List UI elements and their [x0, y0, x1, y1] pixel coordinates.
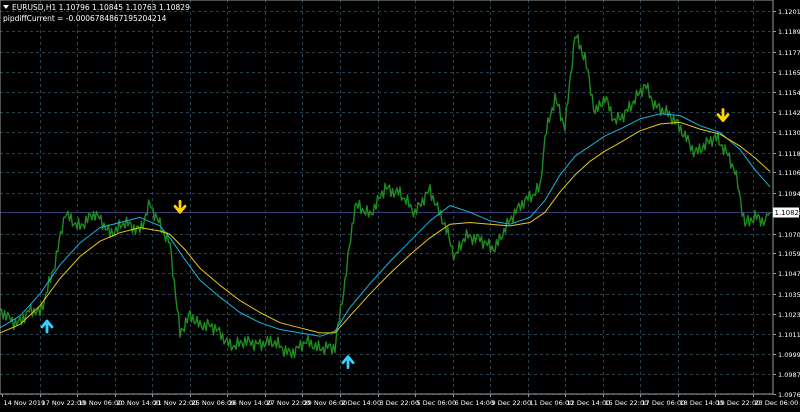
x-tick-label: 3 Dec 22:00 — [380, 399, 420, 407]
x-tick-label: 2 Dec 14:00 — [342, 399, 382, 407]
trading-chart-window[interactable]: 1.12015 1.11895 1.11775 1.11655 1.11540 1.114… — [0, 0, 800, 408]
y-tick-label: 1.10705 — [778, 231, 800, 239]
y-tick-label: 1.10470 — [778, 270, 800, 278]
y-tick-label: 1.11065 — [778, 169, 800, 177]
x-tick-label: 6 Dec 14:00 — [455, 399, 495, 407]
y-tick-label: 1.10590 — [778, 250, 800, 258]
y-tick-label: 1.10945 — [778, 190, 800, 198]
x-tick-label: 23 Dec 06:00 — [755, 399, 799, 407]
y-tick-label: 1.11895 — [778, 28, 800, 36]
y-tick-label: 1.09760 — [778, 391, 800, 399]
y-tick-label: 1.10115 — [778, 331, 800, 339]
x-tick-label: 5 Dec 06:00 — [417, 399, 457, 407]
price-chart[interactable]: 1.12015 1.11895 1.11775 1.11655 1.11540 1.114… — [0, 0, 800, 408]
y-tick-label: 1.10230 — [778, 311, 800, 319]
y-tick-label: 1.09995 — [778, 351, 800, 359]
y-tick-label: 1.09875 — [778, 371, 800, 379]
y-tick-label: 1.11655 — [778, 69, 800, 77]
y-tick-label: 1.11420 — [778, 109, 800, 117]
current-price-box: 1.10829 — [773, 208, 800, 218]
y-tick-label: 1.11540 — [778, 89, 800, 97]
x-tick-label: 14 Nov 2019 — [4, 399, 46, 407]
y-tick-label: 1.10350 — [778, 291, 800, 299]
y-tick-label: 1.12015 — [778, 8, 800, 16]
current-price-label: 1.10829 — [775, 209, 800, 217]
indicator-value-line: pipdiffCurrent = -0.0006784867195204214 — [3, 14, 167, 23]
y-tick-label: 1.11775 — [778, 49, 800, 57]
x-tick-label: 9 Dec 22:00 — [492, 399, 532, 407]
y-tick-label: 1.11180 — [778, 150, 800, 158]
symbol-info-line: EURUSD,H1 1.10796 1.10845 1.10763 1.1082… — [12, 3, 190, 12]
chart-background — [0, 0, 800, 408]
y-tick-label: 1.11300 — [778, 129, 800, 137]
